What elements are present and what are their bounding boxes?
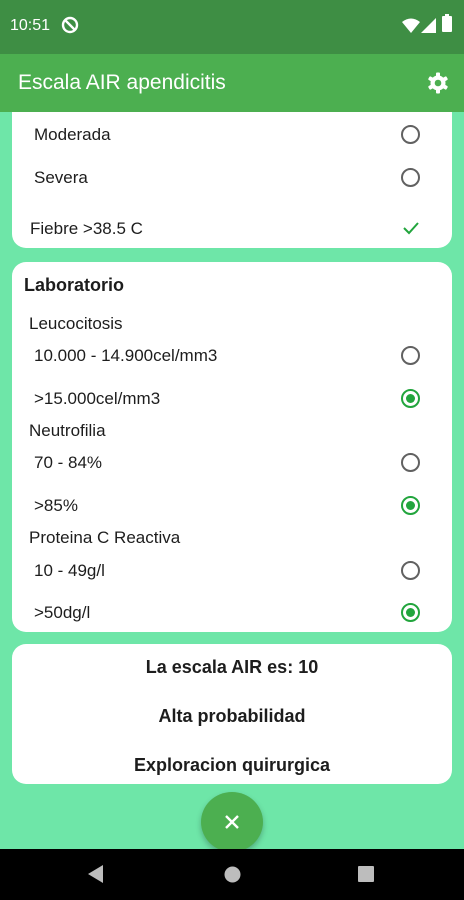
gear-icon[interactable] [426,71,450,95]
option-leucocitosis-2[interactable]: >15.000cel/mm3 [12,384,452,414]
radio-button-selected[interactable] [401,496,420,515]
option-label: >50dg/l [34,603,91,622]
group-title-pcr: Proteina C Reactiva [29,528,181,547]
signal-icon [421,18,436,33]
section-title: Laboratorio [24,275,125,295]
system-nav-bar [0,849,464,900]
result-score: La escala AIR es: 10 [145,657,319,677]
radio-button-selected[interactable] [401,389,420,408]
radio-button[interactable] [401,168,420,187]
radio-button[interactable] [401,453,420,472]
radio-button[interactable] [401,125,420,144]
result-recommendation: Exploracion quirurgica [133,755,331,775]
group-title-leucocitosis: Leucocitosis [29,314,123,333]
battery-icon [442,14,452,32]
option-pcr-2[interactable]: >50dg/l [12,598,452,628]
option-label: Severa [34,168,88,187]
radio-button[interactable] [401,346,420,365]
status-time: 10:51 [10,17,51,34]
symptoms-card: Moderada Severa Fiebre >38.5 C [12,112,452,248]
wifi-icon [402,18,420,33]
group-title-neutrofilia: Neutrofilia [29,421,106,440]
content-scroll[interactable]: Moderada Severa Fiebre >38.5 C Laborator… [0,112,464,849]
home-icon[interactable] [224,866,241,883]
close-fab-button[interactable] [201,792,263,852]
check-icon[interactable] [403,221,419,235]
result-card: La escala AIR es: 10 Alta probabilidad E… [12,644,452,784]
option-severa[interactable]: Severa [12,163,452,193]
back-icon[interactable] [88,865,104,883]
status-bar: 10:51 [0,0,464,54]
option-neutrofilia-1[interactable]: 70 - 84% [12,448,452,478]
option-label: 70 - 84% [34,453,103,472]
result-probability: Alta probabilidad [158,706,306,726]
radio-button[interactable] [401,561,420,580]
data-saver-icon [61,16,79,34]
option-label: Moderada [34,125,111,144]
fever-label: Fiebre >38.5 C [30,219,143,238]
fever-checkbox-row[interactable]: Fiebre >38.5 C [12,214,452,244]
option-moderada[interactable]: Moderada [12,120,452,150]
radio-button-selected[interactable] [401,603,420,622]
laboratorio-card: Laboratorio Leucocitosis 10.000 - 14.900… [12,262,452,632]
option-pcr-1[interactable]: 10 - 49g/l [12,556,452,586]
option-label: 10.000 - 14.900cel/mm3 [34,346,218,365]
option-label: 10 - 49g/l [34,561,105,580]
close-icon [225,815,239,829]
option-label: >15.000cel/mm3 [34,389,161,408]
app-title: Escala AIR apendicitis [18,71,226,94]
option-label: >85% [34,496,78,515]
app-bar: Escala AIR apendicitis [0,54,464,112]
recents-icon[interactable] [358,866,374,882]
option-leucocitosis-1[interactable]: 10.000 - 14.900cel/mm3 [12,341,452,371]
option-neutrofilia-2[interactable]: >85% [12,491,452,521]
